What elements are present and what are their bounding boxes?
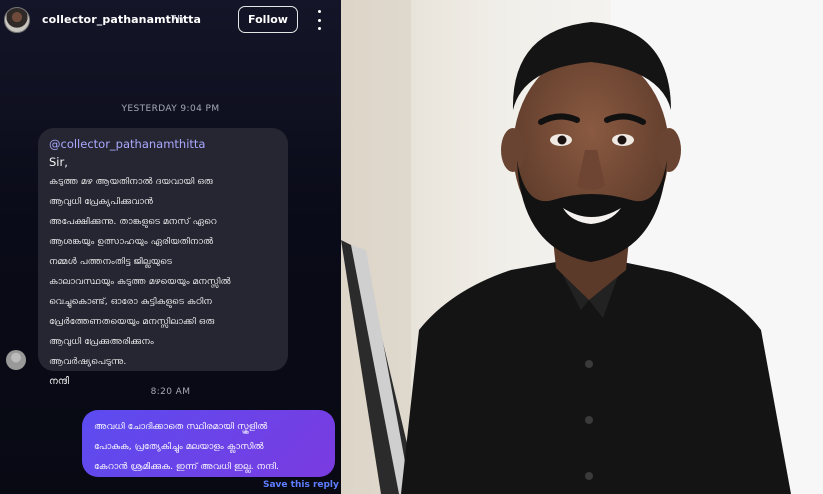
story-header: collector_pathanamthitta 7h Follow: [0, 0, 341, 40]
message-body: കടുത്ത മഴ ആയതിനാൽ ദയവായി ഒരു ആവുധി പ്രേക…: [49, 176, 231, 367]
profile-avatar[interactable]: [4, 7, 30, 33]
follow-button[interactable]: Follow: [238, 6, 298, 33]
sent-message-bubble: അവധി ചോദിക്കാതെ സ്ഥിരമായി സ്കൂളിൽ പോകുക,…: [82, 410, 335, 477]
portrait-photo: [341, 0, 823, 494]
received-message-bubble: @collector_pathanamthitta Sir, കടുത്ത മഴ…: [38, 128, 288, 387]
message-timestamp: 8:20 AM: [150, 387, 191, 397]
portrait-illustration: [341, 0, 823, 494]
message-greeting: Sir,: [49, 155, 68, 169]
message-timestamp: YESTERDAY 9:04 PM: [121, 104, 220, 114]
more-vertical-icon[interactable]: [311, 10, 327, 30]
story-panel: collector_pathanamthitta 7h Follow YESTE…: [0, 0, 341, 494]
mention-link[interactable]: @collector_pathanamthitta: [49, 137, 277, 152]
sender-avatar: [6, 350, 26, 370]
save-reply-link[interactable]: Save this reply: [263, 480, 339, 490]
post-time: 7h: [170, 13, 184, 26]
reply-text: അവധി ചോദിക്കാതെ സ്ഥിരമായി സ്കൂളിൽ പോകുക,…: [94, 421, 279, 472]
